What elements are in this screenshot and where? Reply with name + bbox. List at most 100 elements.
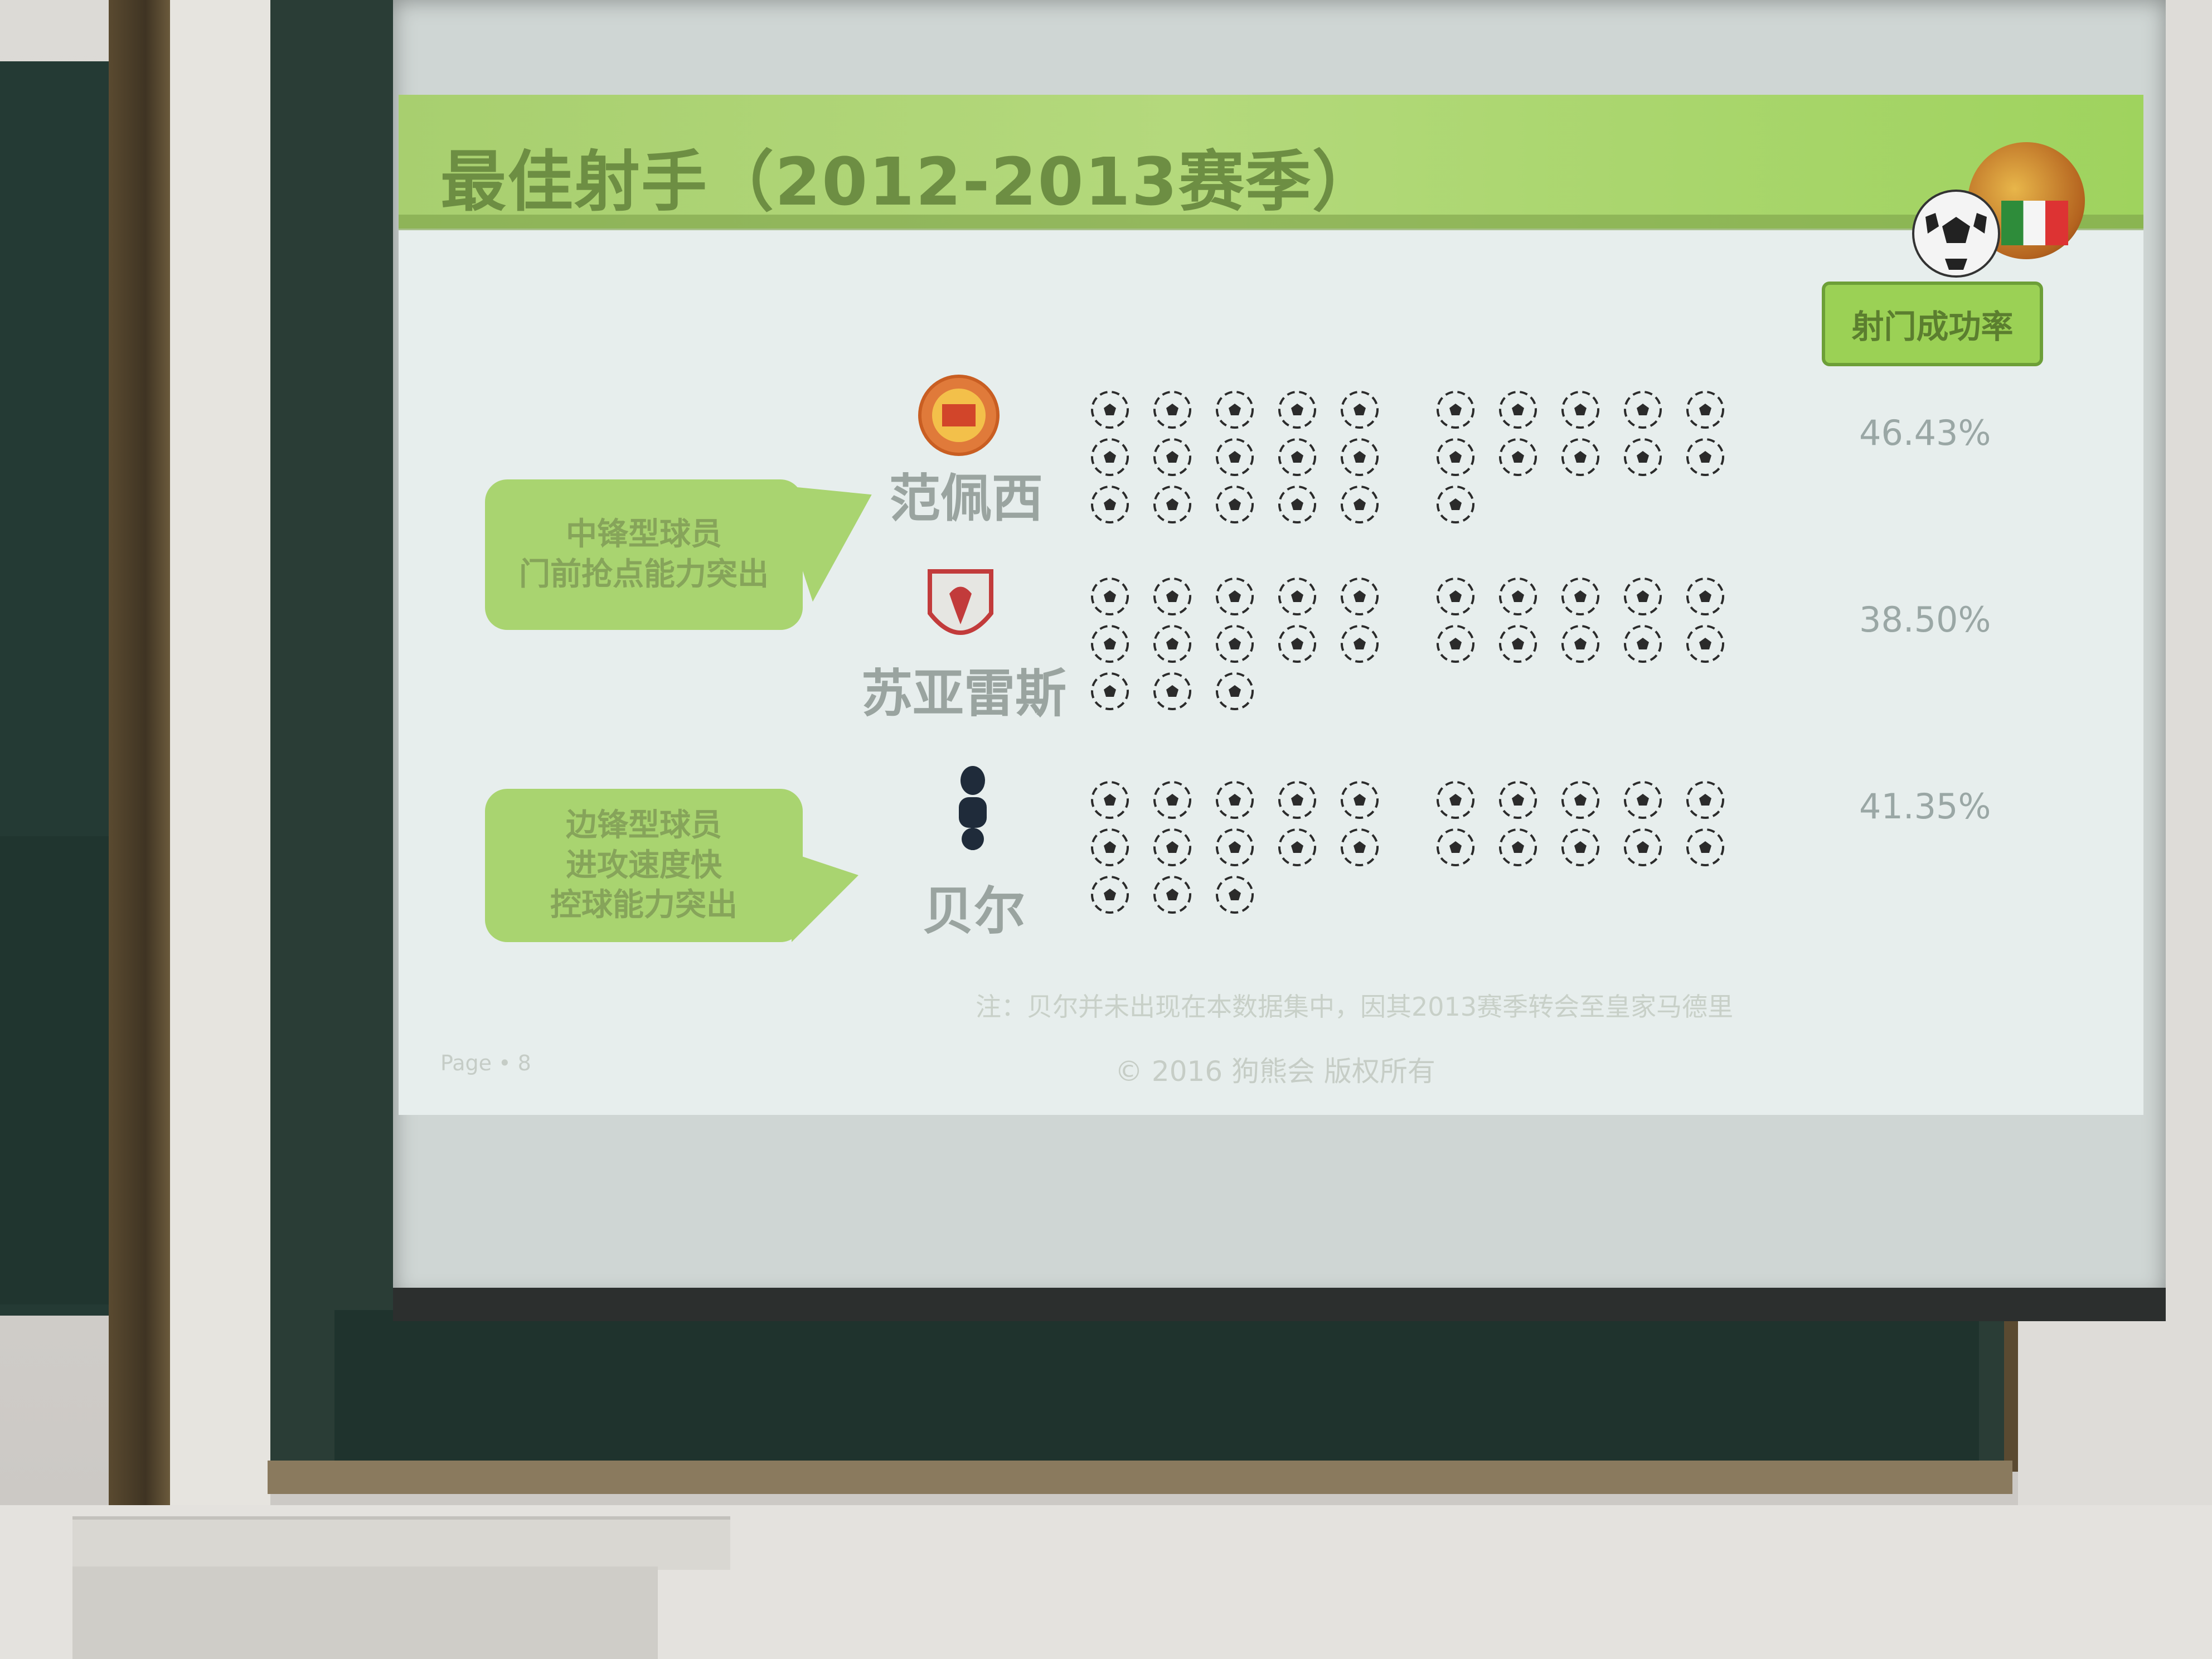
football-pictogram-icon [1087,438,1133,477]
football-pictogram-icon [1495,577,1541,616]
callout-winger: 边锋型球员 进攻速度快 控球能力突出 [485,789,803,942]
football-pictogram-icon [1495,624,1541,663]
success-rate-header: 射门成功率 [1822,282,2043,366]
football-pictogram-icon [1087,672,1133,711]
blackboard-lower [334,1310,1979,1466]
liverpool-crest-icon [919,560,1002,655]
football-pictogram-icon [1212,780,1258,819]
football-pictogram-icon [1682,780,1728,819]
football-pictogram-icon [1087,485,1133,524]
football-pictogram-icon [1212,672,1258,711]
football-pictogram-icon [1558,390,1603,429]
callout-striker-line-2: 门前抢点能力突出 [519,556,769,593]
football-pictogram-icon [1274,577,1320,616]
football-pictogram-icon [1558,577,1603,616]
slide-title: 最佳射手（2012-2013赛季） [440,143,1379,220]
football-pictogram-icon [1087,828,1133,867]
football-pictogram-icon [1149,672,1195,711]
football-pictogram-icon [1274,390,1320,429]
football-pictogram-icon [1337,828,1382,867]
football-pictogram-icon [1212,390,1258,429]
football-pictogram-icon [1620,828,1666,867]
ball-grid-suarez [1087,577,1756,722]
football-pictogram-icon [1212,828,1258,867]
screen-bottom-bar [393,1288,2166,1321]
football-pictogram-icon [1558,780,1603,819]
football-pictogram-icon [1495,828,1541,867]
footnote: 注：贝尔并未出现在本数据集中，因其2013赛季转会至皇家马德里 [976,992,1734,1022]
page-number: Page • 8 [440,1051,531,1075]
football-pictogram-icon [1495,438,1541,477]
player-name-van-persie: 范佩西 [889,469,1044,528]
football-pictogram-icon [1337,780,1382,819]
board-frame-white [170,0,270,1516]
left-blackboard-lower [0,836,109,1304]
desk-cabinet [72,1566,658,1659]
football-pictogram-icon [1149,875,1195,914]
football-pictogram-icon [1495,780,1541,819]
football-icon [1912,190,2000,278]
football-pictogram-icon [1337,438,1382,477]
football-pictogram-icon [1620,577,1666,616]
football-pictogram-icon [1087,577,1133,616]
football-pictogram-icon [1274,780,1320,819]
football-pictogram-icon [1433,828,1478,867]
football-pictogram-icon [1337,624,1382,663]
football-pictogram-icon [1337,577,1382,616]
callout-winger-line-3: 控球能力突出 [550,887,738,924]
callout-striker-line-1: 中锋型球员 [566,516,722,553]
football-pictogram-icon [1212,485,1258,524]
football-pictogram-icon [1682,438,1728,477]
ball-grid-van-persie [1087,390,1756,535]
football-pictogram-icon [1620,624,1666,663]
callout-winger-line-1: 边锋型球员 [566,807,722,843]
football-pictogram-icon [1682,624,1728,663]
football-pictogram-icon [1149,624,1195,663]
chalk-ledge [268,1461,2012,1494]
callout-winger-line-2: 进攻速度快 [566,847,722,884]
football-pictogram-icon [1149,577,1195,616]
football-pictogram-icon [1433,390,1478,429]
football-pictogram-icon [1558,438,1603,477]
football-pictogram-icon [1274,485,1320,524]
football-pictogram-icon [1212,438,1258,477]
football-pictogram-icon [1433,577,1478,616]
football-pictogram-icon [1087,780,1133,819]
player-name-bale: 贝尔 [923,881,1026,941]
football-pictogram-icon [1149,828,1195,867]
rate-suarez: 38.50% [1859,599,1991,640]
lecture-desk [72,1516,730,1570]
copyright: © 2016 狗熊会 版权所有 [1115,1055,1435,1088]
football-pictogram-icon [1433,624,1478,663]
football-pictogram-icon [1682,390,1728,429]
football-pictogram-icon [1558,828,1603,867]
italy-flag-icon [2001,201,2068,245]
callout-winger-tail [792,853,858,942]
football-pictogram-icon [1087,624,1133,663]
football-pictogram-icon [1558,624,1603,663]
football-pictogram-icon [1212,624,1258,663]
football-pictogram-icon [1087,875,1133,914]
football-pictogram-icon [1149,438,1195,477]
football-pictogram-icon [1149,390,1195,429]
football-pictogram-icon [1274,828,1320,867]
football-pictogram-icon [1682,577,1728,616]
football-pictogram-icon [1495,390,1541,429]
football-pictogram-icon [1620,438,1666,477]
callout-striker: 中锋型球员 门前抢点能力突出 [485,479,803,630]
football-pictogram-icon [1433,438,1478,477]
rate-van-persie: 46.43% [1859,413,1991,453]
football-pictogram-icon [1212,875,1258,914]
football-pictogram-icon [1433,485,1478,524]
football-pictogram-icon [1337,485,1382,524]
tottenham-crest-icon [942,758,1003,853]
football-pictogram-icon [1682,828,1728,867]
football-pictogram-icon [1433,780,1478,819]
rate-bale: 41.35% [1859,786,1991,827]
player-name-suarez: 苏亚雷斯 [861,664,1067,724]
football-pictogram-icon [1212,577,1258,616]
football-pictogram-icon [1274,438,1320,477]
board-frame-wood [109,0,170,1505]
football-pictogram-icon [1620,390,1666,429]
football-pictogram-icon [1149,780,1195,819]
